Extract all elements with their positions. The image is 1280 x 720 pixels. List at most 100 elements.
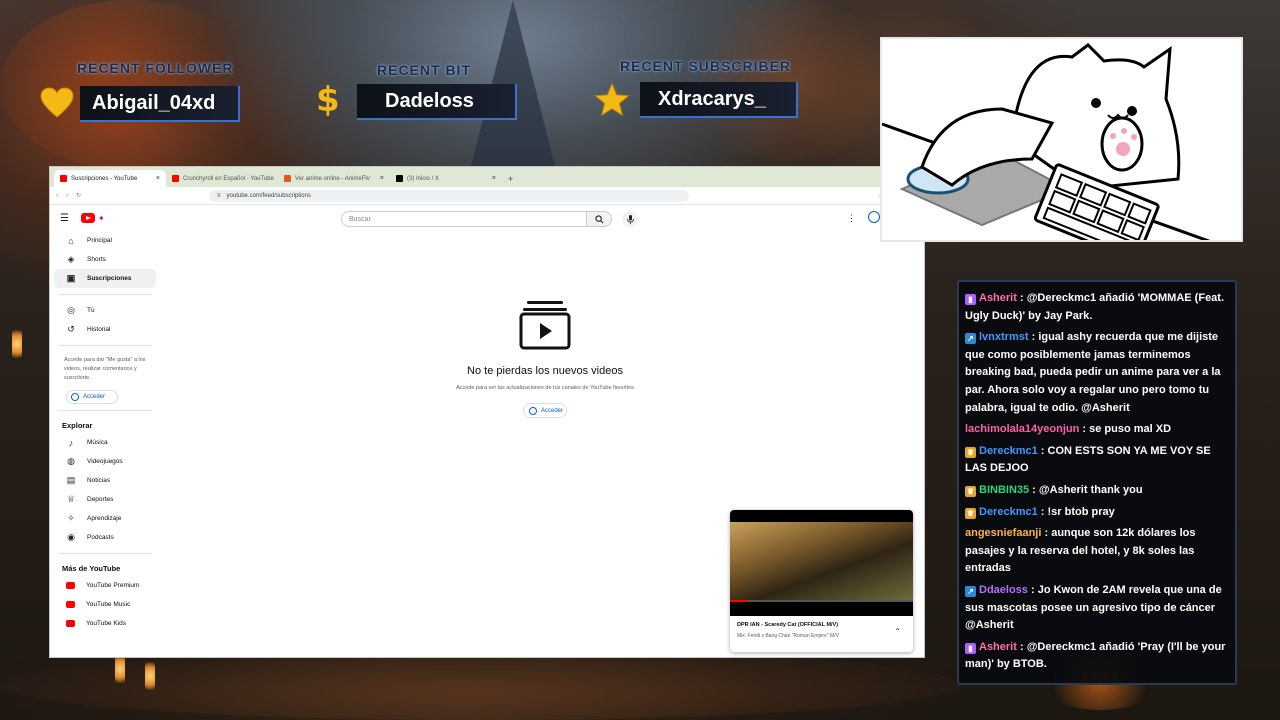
sidebar-item-aprendizaje[interactable]: ✧ Aprendizaje bbox=[54, 509, 156, 528]
tab-close-icon[interactable]: × bbox=[380, 175, 384, 182]
autumn-foliage bbox=[680, 0, 900, 160]
voice-search-button[interactable] bbox=[622, 211, 638, 227]
history-icon: ↺ bbox=[67, 324, 75, 334]
yt-music-icon bbox=[66, 601, 75, 608]
chevron-up-icon[interactable]: ⌃ bbox=[894, 627, 901, 636]
signin-note: Accede para dar "Me gusta" a los videos,… bbox=[64, 357, 146, 381]
main-signin-button[interactable]: Acceder bbox=[523, 403, 567, 418]
url-text: youtube.com/feed/subscriptions bbox=[226, 192, 311, 199]
chat-message: ♛ BINBIN35 : @Asherit thank you bbox=[965, 482, 1229, 500]
sidebar-item-label: Noticias bbox=[87, 477, 111, 484]
sidebar-item-youtube-premium[interactable]: YouTube Premium bbox=[54, 576, 156, 595]
empty-subscriptions-state: No te pierdas los nuevos videos Accede p… bbox=[430, 299, 660, 418]
user-icon: ◎ bbox=[67, 305, 75, 315]
search-button[interactable] bbox=[586, 211, 612, 227]
back-icon[interactable]: ‹ bbox=[56, 193, 58, 199]
forward-icon[interactable]: › bbox=[66, 193, 68, 199]
sidebar-item-tú[interactable]: ◎ Tú bbox=[54, 301, 156, 320]
chat-username[interactable]: BINBIN35 bbox=[979, 484, 1029, 496]
tab-favicon-icon bbox=[396, 175, 403, 182]
account-icon[interactable] bbox=[868, 211, 880, 223]
bongo-cat-cam bbox=[880, 37, 1243, 242]
sidebar-item-principal[interactable]: ⌂ Principal bbox=[54, 231, 156, 250]
sidebar-item-podcasts[interactable]: ◉ Podcasts bbox=[54, 528, 156, 547]
youtube-play-icon bbox=[80, 213, 95, 223]
hamburger-icon[interactable]: ☰ bbox=[60, 213, 69, 224]
tab-favicon-icon bbox=[172, 175, 179, 182]
more-options-icon[interactable]: ⋮ bbox=[847, 213, 856, 224]
sidebar-item-youtube-music[interactable]: YouTube Music bbox=[54, 595, 156, 614]
more-youtube-heading: Más de YouTube bbox=[62, 564, 121, 573]
heart-icon bbox=[40, 87, 74, 118]
empty-title: No te pierdas los nuevos videos bbox=[467, 365, 623, 377]
divider bbox=[58, 345, 152, 346]
sidebar-item-suscripciones[interactable]: ▣ Suscripciones bbox=[54, 269, 156, 288]
recent-subscriber-name: Xdracarys_ bbox=[640, 82, 798, 118]
signin-label: Acceder bbox=[541, 407, 564, 414]
sidebar-item-shorts[interactable]: ◈ Shorts bbox=[54, 250, 156, 269]
tab-close-icon[interactable]: × bbox=[492, 175, 496, 182]
tab-close-icon[interactable]: × bbox=[156, 175, 160, 182]
music-icon: ♪ bbox=[68, 437, 74, 448]
miniplayer-info: DPR IAN - Scaredy Cat (OFFICIAL M/V) Mix… bbox=[730, 616, 913, 645]
url-field[interactable]: ≡ youtube.com/feed/subscriptions bbox=[209, 189, 690, 202]
browser-tab[interactable]: Ver anime online - AnimeFlv × bbox=[278, 170, 390, 187]
sidebar-item-música[interactable]: ♪ Música bbox=[54, 433, 156, 452]
browser-tab[interactable]: (3) Inicio / X × bbox=[390, 170, 502, 187]
chat-username[interactable]: lvnxtrmst bbox=[979, 331, 1029, 343]
recent-follower-name: Abigail_04xd bbox=[80, 86, 240, 122]
miniplayer[interactable]: DPR IAN - Scaredy Cat (OFFICIAL M/V) Mix… bbox=[730, 510, 913, 652]
tab-bar: Suscripciones - YouTube × Crunchyroll en E… bbox=[50, 167, 924, 187]
sidebar-item-historial[interactable]: ↺ Historial bbox=[54, 320, 156, 339]
youtube-logo[interactable]: ✦ bbox=[80, 213, 105, 223]
account-circle-icon bbox=[529, 406, 537, 415]
recent-subscriber-title: RECENT SUBSCRIBER bbox=[620, 58, 792, 74]
address-bar: ‹ › ↻ ≡ youtube.com/feed/subscriptions ☆… bbox=[50, 187, 924, 205]
crown-badge-icon: ♛ bbox=[965, 446, 976, 458]
microphone-icon bbox=[626, 214, 634, 224]
sidebar-item-label: Tú bbox=[87, 307, 95, 314]
sidebar-explore-section: ♪ Música ◍ Videojuegos ▤ Noticias ♕ Deportes ✧ Ap… bbox=[50, 433, 160, 547]
chat-username[interactable]: angesniefaanji bbox=[965, 527, 1041, 539]
chat-username[interactable]: lachimolala14yeonjun bbox=[965, 423, 1079, 435]
empty-subtitle: Accede para ver las actualizaciones de t… bbox=[456, 385, 634, 391]
chat-username[interactable]: Dereckmc1 bbox=[979, 506, 1038, 518]
sidebar-item-label: Aprendizaje bbox=[87, 515, 122, 522]
search-input[interactable]: Buscar bbox=[341, 211, 606, 227]
reload-icon[interactable]: ↻ bbox=[76, 192, 81, 199]
miniplayer-title: DPR IAN - Scaredy Cat (OFFICIAL M/V) bbox=[737, 622, 839, 628]
tab-label: Crunchyroll en Español - YouTube bbox=[183, 175, 274, 182]
candle-light bbox=[115, 655, 125, 683]
chat-message: ↗ lvnxtrmst : igual ashy recuerda que me … bbox=[965, 329, 1229, 417]
ground-leaves bbox=[0, 650, 960, 720]
chat-username[interactable]: Asherit bbox=[979, 641, 1017, 653]
progress-bar[interactable] bbox=[730, 600, 913, 602]
crown-badge-icon: ♛ bbox=[965, 507, 976, 519]
sidebar-signin-button[interactable]: Acceder bbox=[66, 390, 118, 404]
gaming-icon: ◍ bbox=[67, 456, 75, 466]
tab-favicon-icon bbox=[284, 175, 291, 182]
sidebar-item-youtube-kids[interactable]: YouTube Kids bbox=[54, 614, 156, 633]
new-tab-icon[interactable]: + bbox=[502, 174, 519, 187]
chat-username[interactable]: Dereckmc1 bbox=[979, 445, 1038, 457]
sidebar-item-noticias[interactable]: ▤ Noticias bbox=[54, 471, 156, 490]
mic-badge-icon: ▮ bbox=[965, 294, 976, 305]
candle-light bbox=[12, 330, 22, 358]
sidebar-item-videojuegos[interactable]: ◍ Videojuegos bbox=[54, 452, 156, 471]
chat-message: angesniefaanji : aunque son 12k dólares … bbox=[965, 525, 1229, 578]
sidebar-item-label: Videojuegos bbox=[87, 458, 123, 465]
chat-separator: : bbox=[1079, 423, 1090, 436]
doodle-icon: ✦ bbox=[97, 213, 105, 223]
miniplayer-subtitle: Mix: Fendi x Bang Chan "Roman Empire" M/… bbox=[737, 633, 839, 639]
chat-username[interactable]: Asherit bbox=[979, 292, 1017, 304]
chat-separator: : bbox=[1016, 292, 1027, 304]
browser-tab[interactable]: Suscripciones - YouTube × bbox=[54, 170, 166, 187]
sidebar-item-deportes[interactable]: ♕ Deportes bbox=[54, 490, 156, 509]
chat-text: !sr btob pray bbox=[1047, 505, 1115, 518]
site-info-icon[interactable]: ≡ bbox=[217, 193, 221, 199]
sidebar-item-label: Música bbox=[87, 439, 108, 446]
browser-tab[interactable]: Crunchyroll en Español - YouTube× bbox=[166, 170, 278, 187]
chat-username[interactable]: Ddaeloss bbox=[979, 584, 1028, 596]
divider bbox=[58, 294, 152, 295]
miniplayer-video[interactable] bbox=[730, 510, 913, 616]
